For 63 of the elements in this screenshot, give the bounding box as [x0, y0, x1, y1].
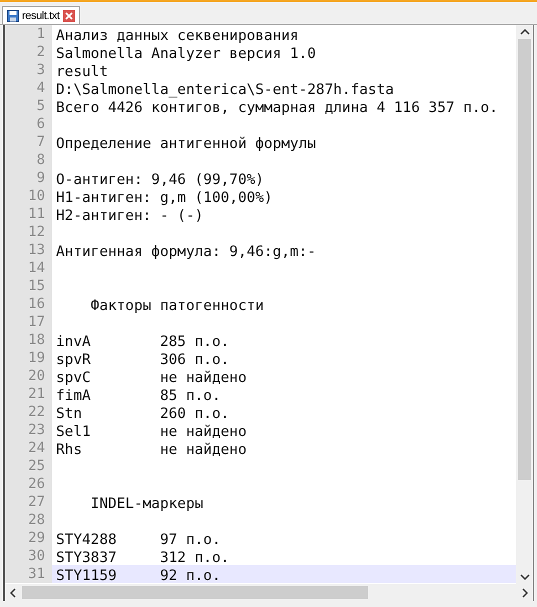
scroll-up-icon[interactable]: [520, 29, 530, 35]
text-line: STY4288 97 п.о.: [56, 532, 221, 548]
line-number: 15: [5, 277, 52, 295]
scroll-down-icon[interactable]: [520, 574, 530, 580]
text-line: Salmonella Analyzer версия 1.0: [56, 46, 316, 62]
line-number: 9: [5, 169, 52, 187]
line-number: 5: [5, 97, 52, 115]
text-line: Анализ данных секвенирования: [56, 28, 299, 44]
text-line: fimA 85 п.о.: [56, 388, 221, 404]
line-number: 26: [5, 475, 52, 493]
text-line: O-антиген: 9,46 (99,70%): [56, 172, 264, 188]
scroll-right-icon[interactable]: [522, 588, 528, 598]
line-number: 21: [5, 385, 52, 403]
scrollbar-thumb[interactable]: [518, 39, 531, 480]
text-line: Факторы патогенности: [90, 298, 264, 314]
line-number: 4: [5, 79, 52, 97]
file-tab[interactable]: result.txt: [2, 6, 80, 24]
line-number: 30: [5, 547, 52, 565]
text-line: H2-антиген: - (-): [56, 208, 204, 224]
line-number: 10: [5, 187, 52, 205]
line-number: 31: [5, 565, 52, 583]
text-line: Rhs не найдено: [56, 442, 247, 458]
line-number: 28: [5, 511, 52, 529]
text-line: STY3837 312 п.о.: [56, 550, 230, 566]
line-number: 18: [5, 331, 52, 349]
line-number: 22: [5, 403, 52, 421]
text-line: INDEL-маркеры: [90, 496, 204, 512]
line-number: 8: [5, 151, 52, 169]
text-line: Stn 260 п.о.: [56, 406, 230, 422]
line-number: 6: [5, 115, 52, 133]
text-line: spvC не найдено: [56, 370, 247, 386]
line-number: 16: [5, 295, 52, 313]
line-number: 19: [5, 349, 52, 367]
vertical-scrollbar[interactable]: [516, 25, 533, 584]
line-number: 7: [5, 133, 52, 151]
line-number: 1: [5, 25, 52, 43]
text-line: D:\Salmonella_enterica\S-ent-287h.fasta: [56, 82, 394, 98]
text-line: Определение антигенной формулы: [56, 136, 316, 152]
horizontal-scrollbar[interactable]: [5, 584, 533, 601]
text-line: Антигенная формула: 9,46:g,m:-: [56, 244, 316, 260]
close-icon[interactable]: [62, 10, 75, 22]
line-number: 13: [5, 241, 52, 259]
line-number: 27: [5, 493, 52, 511]
text-line: invA 285 п.о.: [56, 334, 230, 350]
text-line: spvR 306 п.о.: [56, 352, 230, 368]
scrollbar-thumb[interactable]: [22, 586, 368, 599]
line-number: 2: [5, 43, 52, 61]
line-number: 14: [5, 259, 52, 277]
text-line: STY1159 92 п.о.: [56, 568, 221, 584]
text-line: result: [56, 64, 108, 80]
line-number: 11: [5, 205, 52, 223]
text-line: Всего 4426 контигов, суммарная длина 4 116 357 п.о.: [56, 100, 498, 116]
scroll-left-icon[interactable]: [10, 588, 16, 598]
line-number: 29: [5, 529, 52, 547]
line-number: 3: [5, 61, 52, 79]
line-number: 20: [5, 367, 52, 385]
text-line: H1-антиген: g,m (100,00%): [56, 190, 273, 206]
line-number: 24: [5, 439, 52, 457]
line-number: 23: [5, 421, 52, 439]
text-line: Sel1 не найдено: [56, 424, 247, 440]
line-number: 17: [5, 313, 52, 331]
line-number: 12: [5, 223, 52, 241]
line-number: 25: [5, 457, 52, 475]
